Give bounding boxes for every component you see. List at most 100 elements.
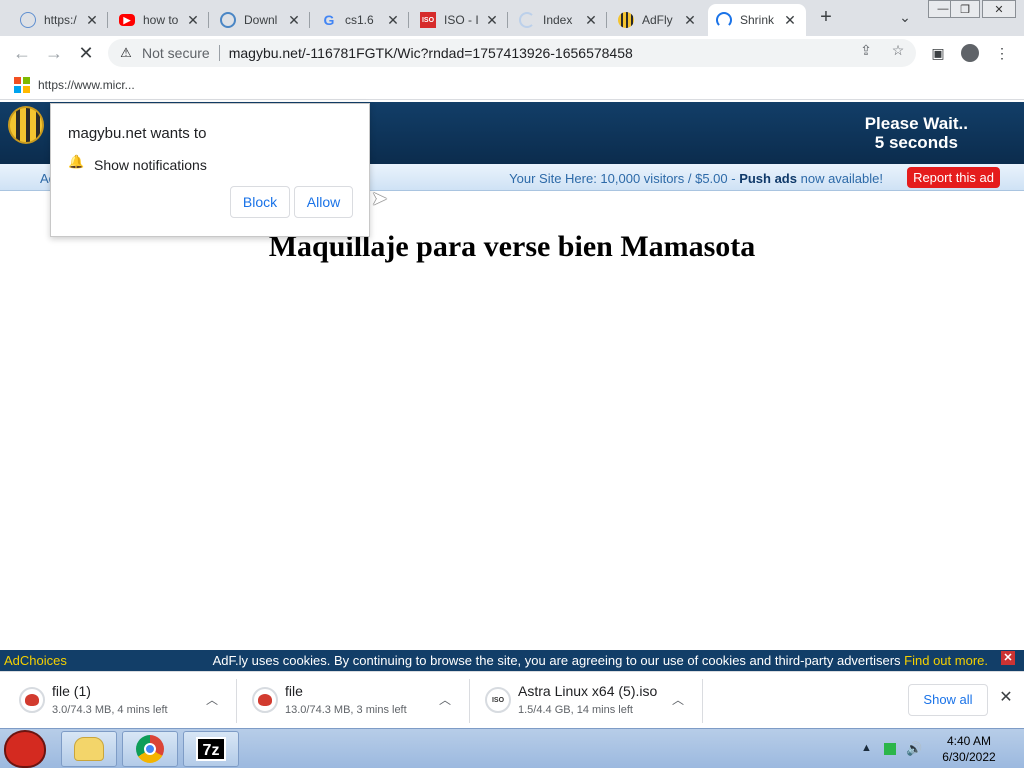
- omnibox-divider: [218, 45, 220, 61]
- cookie-message: AdF.ly uses cookies. By continuing to br…: [212, 653, 901, 668]
- speaker-volume-icon[interactable]: 🔊: [906, 742, 922, 755]
- network-status-icon[interactable]: [884, 743, 896, 755]
- close-icon[interactable]: ✕: [84, 12, 100, 28]
- microsoft-logo-icon: [14, 76, 30, 93]
- stop-loading-icon[interactable]: ✕: [74, 41, 98, 65]
- bookmark-item-microsoft[interactable]: https://www.micr...: [38, 78, 135, 92]
- windows-taskbar: 7z ▲ 🔊 4:40 AM 6/30/2022: [0, 728, 1024, 768]
- download-item[interactable]: ISO Astra Linux x64 (5).iso 1.5/4.4 GB, …: [470, 679, 703, 723]
- download-name: file: [285, 683, 303, 699]
- loading-icon: [519, 12, 535, 28]
- allow-button[interactable]: Allow: [294, 186, 353, 218]
- google-icon: G: [323, 12, 335, 28]
- folder-icon: [74, 737, 104, 761]
- clock[interactable]: 4:40 AM 6/30/2022: [936, 733, 1002, 765]
- download-item[interactable]: file 13.0/74.3 MB, 3 mins left ︿: [237, 679, 470, 723]
- iso-icon: ISO: [420, 12, 436, 28]
- clock-date: 6/30/2022: [942, 750, 996, 764]
- adchoices-link[interactable]: AdChoices: [4, 653, 67, 668]
- side-panel-icon[interactable]: ▣: [927, 42, 949, 64]
- tab-label: Shrink: [740, 13, 775, 27]
- loading-spinner-icon: [716, 12, 732, 28]
- close-window-button[interactable]: ✕: [982, 0, 1016, 18]
- tray-expand-arrow-icon[interactable]: ▲: [861, 742, 872, 754]
- chrome-taskbar-button[interactable]: [122, 731, 178, 767]
- download-status: 1.5/4.4 GB, 14 mins left: [518, 704, 633, 716]
- countdown-seconds: 5 seconds: [874, 133, 958, 152]
- show-all-button[interactable]: Show all: [908, 684, 988, 716]
- notification-permission-popup: magybu.net wants to 🔔 Show notifications…: [50, 103, 370, 237]
- globe-icon: [20, 12, 36, 28]
- close-icon[interactable]: ✕: [583, 12, 599, 28]
- downloads-shelf: file (1) 3.0/74.3 MB, 4 mins left ︿ file…: [0, 671, 1024, 728]
- tab-label: Downl: [244, 13, 278, 27]
- forward-arrow-icon[interactable]: →: [42, 41, 66, 65]
- find-out-more-link[interactable]: Find out more.: [904, 653, 988, 668]
- close-icon[interactable]: ✕: [185, 12, 201, 28]
- chevron-up-icon[interactable]: ︿: [672, 691, 684, 708]
- back-arrow-icon[interactable]: ←: [10, 41, 34, 65]
- ad-promo-text[interactable]: Your Site Here: 10,000 visitors / $5.00 …: [509, 171, 883, 186]
- new-tab-button[interactable]: +: [814, 7, 838, 28]
- tab-adfly[interactable]: AdFly ✕: [610, 4, 706, 36]
- adfly-bee-logo-icon[interactable]: [8, 106, 44, 144]
- tab-download[interactable]: Downl ✕: [212, 4, 310, 36]
- warning-triangle-icon[interactable]: ⚠: [118, 45, 134, 61]
- ad-promo-prefix: Your Site Here: 10,000 visitors / $5.00 …: [509, 171, 736, 186]
- star-bookmark-icon[interactable]: ☆: [890, 42, 906, 59]
- bookmarks-bar: https://www.micr...: [0, 70, 1024, 100]
- block-button[interactable]: Block: [230, 186, 290, 218]
- clock-time: 4:40 AM: [946, 734, 992, 748]
- tab-iso[interactable]: ISO ISO - I ✕: [412, 4, 508, 36]
- download-progress-icon: [252, 687, 278, 713]
- tab-label: ISO - I: [444, 13, 479, 27]
- maximize-button[interactable]: ❐: [950, 0, 980, 18]
- permission-title: magybu.net wants to: [68, 125, 207, 142]
- address-bar[interactable]: ⚠ Not secure magybu.net/-116781FGTK/Wic?…: [108, 39, 916, 67]
- tab-strip: https:/ ✕ ▶ how to ✕ Downl ✕ G cs1.6 ✕ I…: [0, 0, 1024, 36]
- angry-birds-start-icon[interactable]: [4, 730, 46, 768]
- folder-taskbar-button[interactable]: [61, 731, 117, 767]
- tab-index[interactable]: Index ✕: [511, 4, 607, 36]
- close-icon[interactable]: ✕: [682, 12, 698, 28]
- edge-icon: [220, 12, 236, 28]
- tab-shrink-active[interactable]: Shrink ✕: [708, 4, 806, 36]
- 7zip-icon: 7z: [196, 737, 226, 761]
- download-name: Astra Linux x64 (5).iso: [518, 683, 658, 699]
- tab-search-chevron-icon[interactable]: ⌄: [895, 9, 915, 26]
- please-wait-text: Please Wait..: [864, 114, 968, 133]
- report-ad-button[interactable]: Report this ad: [907, 167, 1000, 188]
- share-icon[interactable]: ⇪: [858, 42, 874, 59]
- close-shelf-icon[interactable]: ✕: [997, 689, 1015, 707]
- cookie-close-icon[interactable]: ✕: [1001, 651, 1015, 665]
- close-icon[interactable]: ✕: [286, 12, 302, 28]
- 7zip-taskbar-button[interactable]: 7z: [183, 731, 239, 767]
- chrome-icon: [136, 735, 164, 763]
- profile-avatar-icon[interactable]: [959, 42, 981, 64]
- download-status: 13.0/74.3 MB, 3 mins left: [285, 704, 407, 716]
- close-icon[interactable]: ✕: [484, 12, 500, 28]
- tab-label: how to: [143, 13, 179, 27]
- close-icon[interactable]: ✕: [782, 12, 798, 28]
- ad-promo-bold: Push ads: [739, 171, 797, 186]
- chevron-up-icon[interactable]: ︿: [439, 691, 451, 708]
- iso-file-icon: ISO: [485, 687, 511, 713]
- close-icon[interactable]: ✕: [385, 12, 401, 28]
- bee-icon: [618, 12, 634, 28]
- url-text[interactable]: magybu.net/-116781FGTK/Wic?rndad=1757413…: [229, 45, 633, 61]
- tab-how-to[interactable]: ▶ how to ✕: [111, 4, 209, 36]
- permission-item: Show notifications: [94, 157, 207, 173]
- tab-https[interactable]: https:/ ✕: [12, 4, 108, 36]
- countdown-box: Please Wait.. 5 seconds: [865, 114, 968, 152]
- more-menu-icon[interactable]: ⋮: [991, 42, 1013, 64]
- chevron-up-icon[interactable]: ︿: [206, 691, 218, 708]
- not-secure-label[interactable]: Not secure: [142, 45, 210, 61]
- download-item[interactable]: file (1) 3.0/74.3 MB, 4 mins left ︿: [4, 679, 237, 723]
- youtube-icon: ▶: [119, 14, 135, 26]
- ad-promo-suffix: now available!: [800, 171, 883, 186]
- download-progress-icon: [19, 687, 45, 713]
- cookie-text: AdF.ly uses cookies. By continuing to br…: [213, 653, 988, 668]
- download-status: 3.0/74.3 MB, 4 mins left: [52, 704, 168, 716]
- tab-cs16[interactable]: G cs1.6 ✕: [313, 4, 409, 36]
- browser-toolbar: ← → ✕ ⚠ Not secure magybu.net/-116781FGT…: [0, 36, 1024, 70]
